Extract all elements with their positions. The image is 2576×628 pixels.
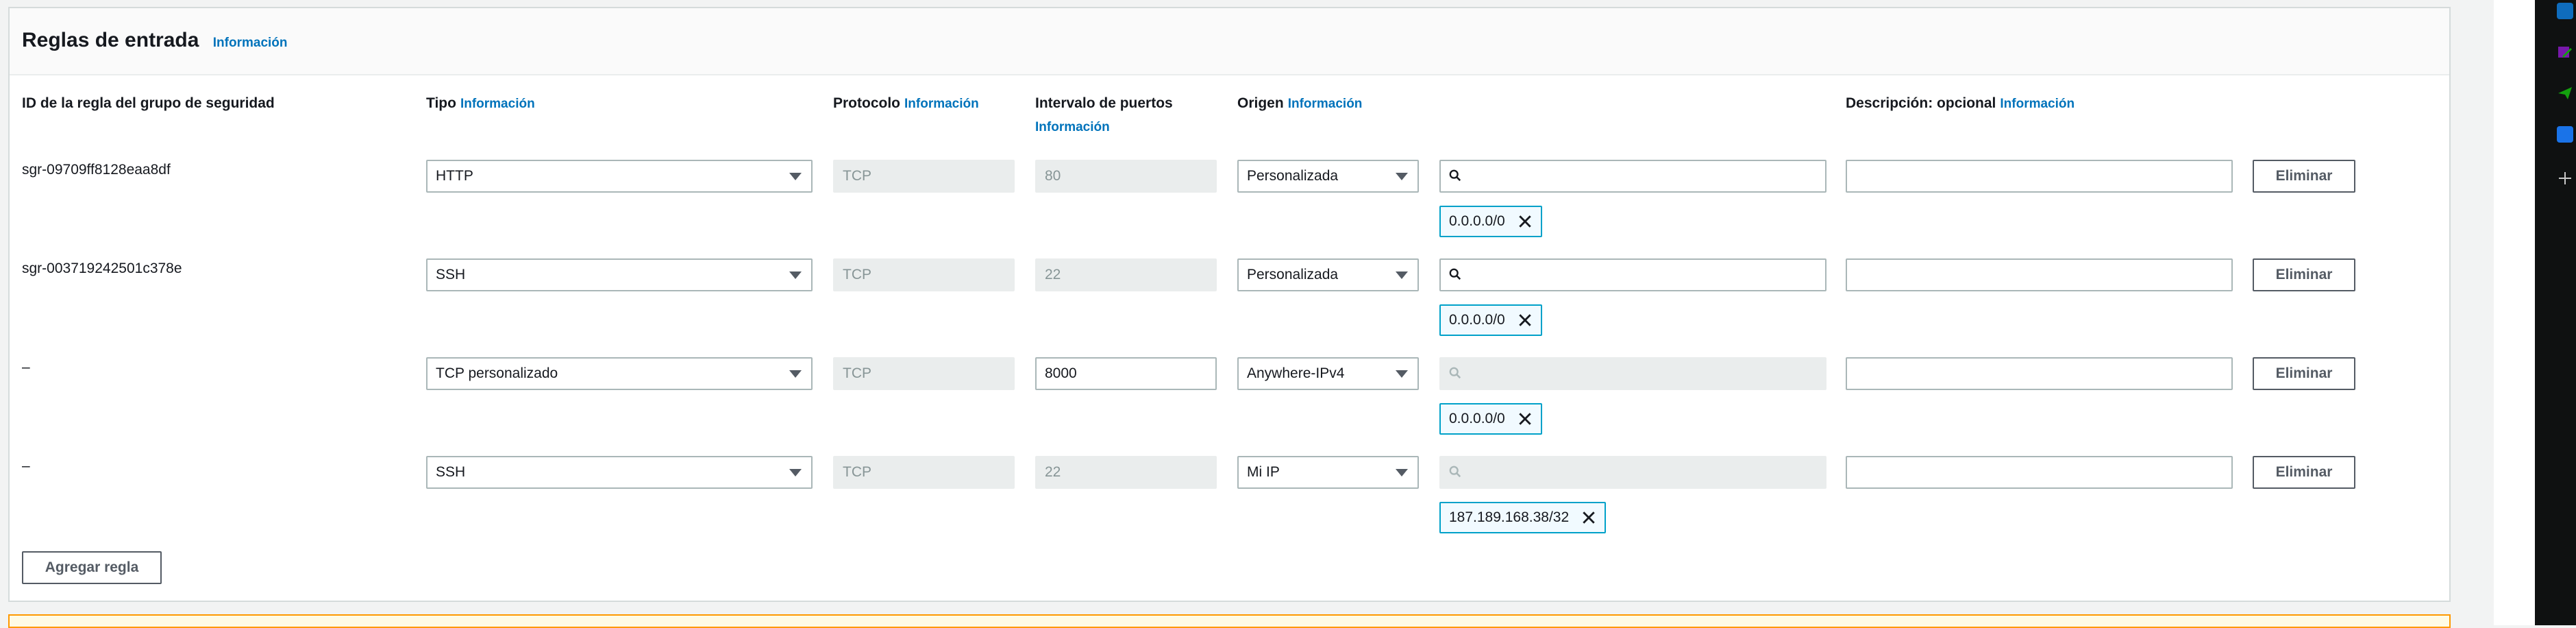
- translator-icon[interactable]: [2557, 126, 2573, 143]
- warning-alert: [8, 614, 2451, 628]
- caret-down-icon: [1396, 370, 1408, 378]
- header-source-label: Origen: [1237, 95, 1284, 111]
- close-icon[interactable]: [1518, 411, 1533, 426]
- port-range-field: 22: [1035, 456, 1217, 489]
- header-protocol-info-link[interactable]: Información: [904, 97, 979, 111]
- port-range-input[interactable]: 8000: [1035, 357, 1217, 390]
- header-port-range-label: Intervalo de puertos: [1035, 95, 1173, 111]
- header-type-label: Tipo: [426, 95, 456, 111]
- caret-down-icon: [789, 271, 802, 279]
- send-icon[interactable]: [2557, 85, 2573, 101]
- delete-rule-button[interactable]: Eliminar: [2253, 160, 2355, 193]
- source-select-value: Anywhere-IPv4: [1247, 365, 1345, 381]
- caret-down-icon: [1396, 271, 1408, 279]
- header-description-label: Descripción: opcional: [1846, 95, 1996, 111]
- cidr-search-input[interactable]: [1439, 258, 1826, 291]
- header-source-info-link[interactable]: Información: [1288, 97, 1363, 111]
- rule-id: sgr-09709ff8128eaa8df: [22, 162, 171, 178]
- type-select[interactable]: TCP personalizado: [426, 357, 813, 390]
- description-input[interactable]: [1846, 160, 2233, 193]
- delete-rule-button[interactable]: Eliminar: [2253, 357, 2355, 390]
- type-select[interactable]: SSH: [426, 258, 813, 291]
- search-icon: [1449, 169, 1461, 182]
- source-select-value: Personalizada: [1247, 168, 1339, 184]
- description-input[interactable]: [1846, 357, 2233, 390]
- cidr-token-value: 0.0.0.0/0: [1449, 213, 1505, 229]
- onenote-icon[interactable]: [2557, 44, 2573, 60]
- cidr-token: 0.0.0.0/0: [1439, 304, 1542, 336]
- header-port-range-info-link[interactable]: Información: [1035, 120, 1110, 134]
- delete-rule-button[interactable]: Eliminar: [2253, 258, 2355, 291]
- main-content: Reglas de entrada Información ID de la r…: [0, 0, 2494, 628]
- panel-header: Reglas de entrada Información: [10, 8, 2449, 75]
- header-protocol-label: Protocolo: [833, 95, 900, 111]
- header-description: Descripción: opcional Información: [1846, 92, 2075, 116]
- type-select-value: TCP personalizado: [436, 365, 558, 381]
- cidr-token-value: 0.0.0.0/0: [1449, 411, 1505, 426]
- cidr-token: 187.189.168.38/32: [1439, 502, 1607, 533]
- source-select[interactable]: Anywhere-IPv4: [1237, 357, 1419, 390]
- cidr-search-input: [1439, 357, 1826, 390]
- type-select[interactable]: HTTP: [426, 160, 813, 193]
- header-port-range: Intervalo de puertos Información: [1035, 92, 1173, 139]
- header-description-info-link[interactable]: Información: [2000, 97, 2075, 111]
- header-rule-id: ID de la regla del grupo de seguridad: [22, 92, 275, 115]
- delete-rule-button[interactable]: Eliminar: [2253, 456, 2355, 489]
- header-rule-id-label: ID de la regla del grupo de seguridad: [22, 95, 275, 111]
- search-icon: [1449, 268, 1461, 280]
- plus-icon[interactable]: [2557, 170, 2573, 186]
- source-select[interactable]: Mi IP: [1237, 456, 1419, 489]
- cidr-token-value: 0.0.0.0/0: [1449, 312, 1505, 328]
- caret-down-icon: [789, 370, 802, 378]
- rule-id: –: [22, 458, 30, 474]
- outlook-icon[interactable]: [2557, 3, 2573, 19]
- cidr-token: 0.0.0.0/0: [1439, 403, 1542, 435]
- caret-down-icon: [1396, 469, 1408, 476]
- rule-id: –: [22, 359, 30, 375]
- panel-title-text: Reglas de entrada: [22, 29, 199, 51]
- source-select[interactable]: Personalizada: [1237, 258, 1419, 291]
- caret-down-icon: [789, 469, 802, 476]
- search-icon: [1449, 367, 1461, 379]
- cidr-search-input: [1439, 456, 1826, 489]
- caret-down-icon: [1396, 173, 1408, 180]
- panel-title: Reglas de entrada Información: [22, 29, 288, 52]
- close-icon[interactable]: [1581, 510, 1596, 525]
- cidr-search-input[interactable]: [1439, 160, 1826, 193]
- protocol-field: TCP: [833, 160, 1015, 193]
- protocol-field: TCP: [833, 357, 1015, 390]
- add-rule-button[interactable]: Agregar regla: [22, 551, 162, 584]
- rule-id: sgr-003719242501c378e: [22, 261, 182, 276]
- header-protocol: Protocolo Información: [833, 92, 979, 116]
- protocol-field: TCP: [833, 258, 1015, 291]
- inbound-rules-panel: Reglas de entrada Información ID de la r…: [8, 7, 2451, 602]
- type-select-value: SSH: [436, 267, 466, 282]
- type-select-value: HTTP: [436, 168, 473, 184]
- type-select-value: SSH: [436, 464, 466, 480]
- description-input[interactable]: [1846, 456, 2233, 489]
- search-icon: [1449, 466, 1461, 478]
- port-range-field: 80: [1035, 160, 1217, 193]
- caret-down-icon: [789, 173, 802, 180]
- close-icon[interactable]: [1518, 313, 1533, 328]
- header-source: Origen Información: [1237, 92, 1362, 116]
- port-range-field: 22: [1035, 258, 1217, 291]
- source-select-value: Mi IP: [1247, 464, 1280, 480]
- source-select[interactable]: Personalizada: [1237, 160, 1419, 193]
- header-type: Tipo Información: [426, 92, 535, 116]
- type-select[interactable]: SSH: [426, 456, 813, 489]
- source-select-value: Personalizada: [1247, 267, 1339, 282]
- title-info-link[interactable]: Información: [213, 36, 288, 50]
- protocol-field: TCP: [833, 456, 1015, 489]
- description-input[interactable]: [1846, 258, 2233, 291]
- close-icon[interactable]: [1518, 214, 1533, 229]
- cidr-token: 0.0.0.0/0: [1439, 206, 1542, 237]
- cidr-token-value: 187.189.168.38/32: [1449, 509, 1570, 525]
- header-type-info-link[interactable]: Información: [460, 97, 535, 111]
